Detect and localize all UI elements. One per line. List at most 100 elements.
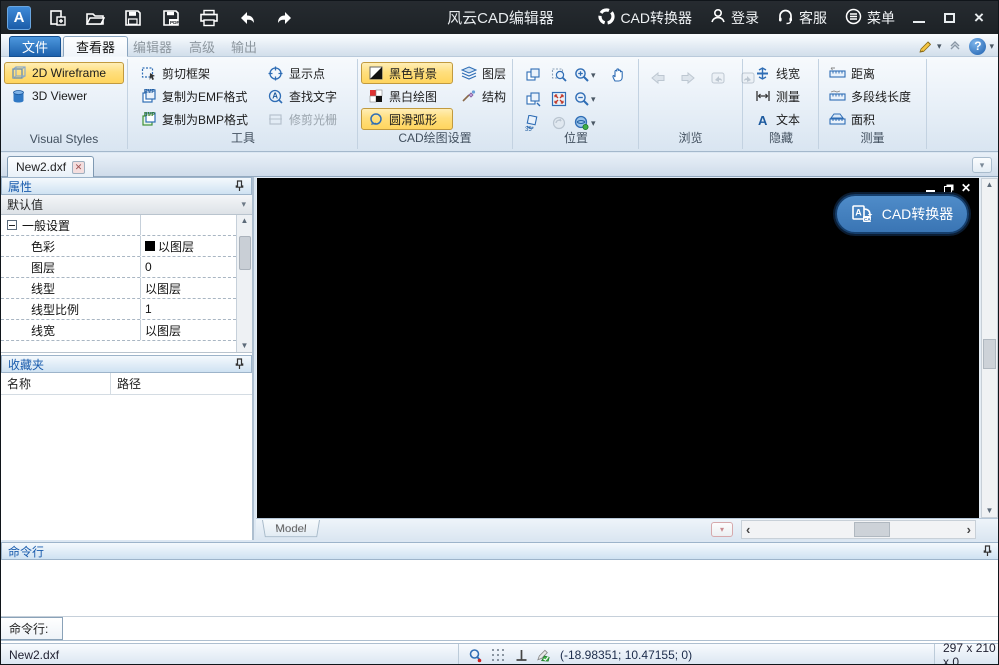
- collapse-minus-icon[interactable]: [7, 220, 17, 230]
- cad-converter-pill-button[interactable]: ACAD CAD转换器: [835, 194, 969, 234]
- scroll-down-icon[interactable]: ▼: [986, 507, 994, 515]
- copy-bmp-button[interactable]: BMP 复制为BMP格式: [134, 108, 282, 130]
- strip-chevron-down-button[interactable]: ▾: [972, 157, 992, 173]
- view-forward-button[interactable]: [677, 67, 699, 89]
- command-input[interactable]: [63, 617, 999, 640]
- pin-icon[interactable]: [982, 545, 993, 557]
- smooth-arc-button[interactable]: 圆滑弧形: [361, 108, 453, 130]
- trim-raster-button[interactable]: 修剪光栅: [261, 108, 355, 130]
- measure-polyline-button[interactable]: 多段线长度: [823, 85, 923, 107]
- tab-editor[interactable]: 编辑器: [121, 36, 184, 57]
- property-group-row[interactable]: 一般设置: [1, 215, 236, 236]
- show-points-button[interactable]: 显示点: [261, 62, 355, 84]
- find-text-button[interactable]: A 查找文字: [261, 85, 355, 107]
- zoom-out-button[interactable]: ▾: [574, 91, 608, 107]
- help-button[interactable]: ? ▾: [969, 38, 994, 55]
- pan-hand-button[interactable]: [608, 64, 630, 86]
- converter-file-icon: ACAD: [851, 204, 873, 224]
- svg-text:A: A: [272, 91, 278, 100]
- zoom-window-button[interactable]: [548, 64, 570, 86]
- doc-tab-close-icon[interactable]: ✕: [72, 161, 85, 174]
- scroll-left-icon[interactable]: ‹: [746, 523, 750, 536]
- bw-drawing-button[interactable]: 黑白绘图: [361, 85, 453, 107]
- property-row-color[interactable]: 色彩 以图层: [1, 236, 236, 257]
- scroll-up-icon[interactable]: ▲: [241, 217, 249, 225]
- main-menu-button[interactable]: 菜单: [838, 1, 902, 34]
- black-background-button[interactable]: 黑色背景: [361, 62, 453, 84]
- view-undo-button[interactable]: [707, 67, 729, 89]
- locate-point-icon[interactable]: [467, 647, 483, 663]
- subwindow-minimize-icon[interactable]: [926, 190, 935, 192]
- close-button[interactable]: ×: [966, 1, 992, 34]
- open-file-button[interactable]: [83, 6, 107, 30]
- ribbon: 2D Wireframe 3D Viewer Visual Styles 剪: [1, 57, 999, 152]
- pin-icon[interactable]: [234, 180, 245, 192]
- cylinder-icon: [10, 88, 27, 104]
- copy-view-button[interactable]: [522, 88, 544, 110]
- 3d-viewer-button[interactable]: 3D Viewer: [4, 85, 124, 107]
- maximize-button[interactable]: [936, 1, 962, 34]
- properties-scrollbar[interactable]: ▲ ▼: [236, 215, 252, 352]
- structure-button[interactable]: 结构: [454, 85, 510, 107]
- property-row-lineweight[interactable]: 线宽 以图层: [1, 320, 236, 341]
- tab-output[interactable]: 输出: [219, 36, 269, 57]
- tab-file[interactable]: 文件: [9, 36, 61, 57]
- property-row-linetype[interactable]: 线型 以图层: [1, 278, 236, 299]
- collapse-ribbon-button[interactable]: [949, 41, 961, 51]
- undo-button[interactable]: [235, 6, 259, 30]
- command-prompt-label: 命令行:: [1, 617, 63, 640]
- 2d-wireframe-button[interactable]: 2D Wireframe: [4, 62, 124, 84]
- login-menu[interactable]: 登录: [703, 1, 766, 34]
- save-as-pdf-button[interactable]: PDF: [159, 6, 183, 30]
- measure-area-button[interactable]: 面积: [823, 108, 923, 130]
- fit-extents-button[interactable]: [548, 88, 570, 110]
- favorites-col-path[interactable]: 路径: [111, 375, 141, 392]
- subwindow-close-icon[interactable]: ✕: [961, 182, 971, 194]
- document-tab[interactable]: New2.dxf ✕: [7, 156, 94, 177]
- canvas-vertical-scrollbar[interactable]: ▲ ▼: [981, 178, 998, 518]
- command-panel: 命令行 命令行:: [1, 542, 999, 643]
- layers-button[interactable]: 图层: [454, 62, 510, 84]
- copy-emf-button[interactable]: EMF 复制为EMF格式: [134, 85, 282, 107]
- grid-snap-icon[interactable]: [490, 647, 506, 663]
- preset-dropdown[interactable]: 默认值 ▾: [1, 195, 252, 215]
- scroll-up-icon[interactable]: ▲: [986, 181, 994, 189]
- hide-text-button[interactable]: A 文本: [748, 108, 814, 130]
- canvas-horizontal-scrollbar[interactable]: ‹ ›: [741, 520, 976, 539]
- cad-converter-menu[interactable]: CAD转换器: [591, 1, 699, 34]
- measure-distance-button[interactable]: 距离: [823, 62, 923, 84]
- tab-viewer[interactable]: 查看器: [63, 36, 128, 57]
- zoom-in-button[interactable]: ▾: [574, 67, 608, 83]
- scroll-right-icon[interactable]: ›: [967, 523, 971, 536]
- property-row-ltscale[interactable]: 线型比例 1: [1, 299, 236, 320]
- command-header: 命令行: [1, 542, 999, 560]
- drawing-canvas[interactable]: ✕ ACAD CAD转换器: [257, 178, 979, 518]
- print-button[interactable]: [197, 6, 221, 30]
- minimize-button[interactable]: [906, 1, 932, 34]
- scroll-down-icon[interactable]: ▼: [241, 342, 249, 350]
- chevron-down-icon: ▾: [241, 199, 246, 210]
- hide-linewidth-button[interactable]: 线宽: [748, 62, 814, 84]
- model-tab[interactable]: Model: [262, 520, 320, 537]
- pan-pages-button[interactable]: [522, 64, 544, 86]
- command-history[interactable]: [1, 560, 999, 617]
- annotate-pencil-button[interactable]: ▾: [918, 39, 942, 54]
- view-back-button[interactable]: [647, 67, 669, 89]
- layout-chevron-down-button[interactable]: ▾: [711, 522, 733, 537]
- clip-frame-button[interactable]: 剪切框架: [134, 62, 282, 84]
- property-row-layer[interactable]: 图层 0: [1, 257, 236, 278]
- pin-icon[interactable]: [234, 358, 245, 370]
- favorites-col-name[interactable]: 名称: [1, 373, 111, 394]
- svg-text:BMP: BMP: [144, 112, 156, 118]
- menu-icon: [845, 8, 862, 28]
- new-file-button[interactable]: [45, 6, 69, 30]
- save-button[interactable]: [121, 6, 145, 30]
- draw-mode-icon[interactable]: [536, 647, 552, 663]
- subwindow-restore-icon[interactable]: [944, 186, 952, 193]
- ortho-mode-icon[interactable]: [513, 647, 529, 663]
- hide-measure-button[interactable]: 测量: [748, 85, 814, 107]
- support-menu[interactable]: 客服: [770, 1, 834, 34]
- redo-button[interactable]: [273, 6, 297, 30]
- left-panel: 属性 默认值 ▾ 一般设置 色彩 以图层 图层 0: [1, 177, 254, 540]
- status-dimensions: 297 x 210 x 0: [934, 644, 999, 665]
